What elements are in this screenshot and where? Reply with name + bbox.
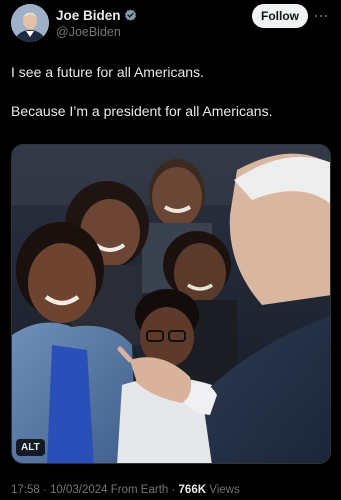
author-avatar[interactable] [11, 4, 49, 42]
tweet-date[interactable]: 10/03/2024 [50, 484, 108, 496]
author-display-name[interactable]: Joe Biden [56, 8, 121, 23]
author-name-block[interactable]: Joe Biden @JoeBiden [56, 7, 137, 39]
tweet-time[interactable]: 17:58 [11, 484, 40, 496]
crowd-photo [12, 145, 330, 463]
meta-separator: · [168, 484, 179, 496]
tweet-header: Joe Biden @JoeBiden Follow [11, 3, 331, 43]
more-options-icon[interactable] [315, 4, 329, 28]
views-count: 766K [178, 484, 207, 496]
author-handle[interactable]: @JoeBiden [56, 25, 137, 39]
views-label: Views [206, 484, 240, 496]
tweet-paragraph: I see a future for all Americans. [11, 64, 204, 80]
alt-text-badge[interactable]: ALT [16, 439, 45, 456]
tweet-media-photo[interactable] [11, 144, 331, 464]
tweet-meta: 17:58 · 10/03/2024 From Earth · 766K Vie… [11, 484, 240, 496]
follow-button[interactable]: Follow [252, 4, 308, 28]
tweet-text: I see a future for all Americans. Becaus… [11, 62, 331, 140]
verified-badge-icon[interactable] [124, 8, 137, 22]
tweet-source: From Earth [107, 484, 169, 496]
tweet-paragraph: Because I’m a president for all American… [11, 103, 273, 119]
avatar-photo [11, 4, 49, 42]
meta-separator: · [39, 484, 51, 496]
